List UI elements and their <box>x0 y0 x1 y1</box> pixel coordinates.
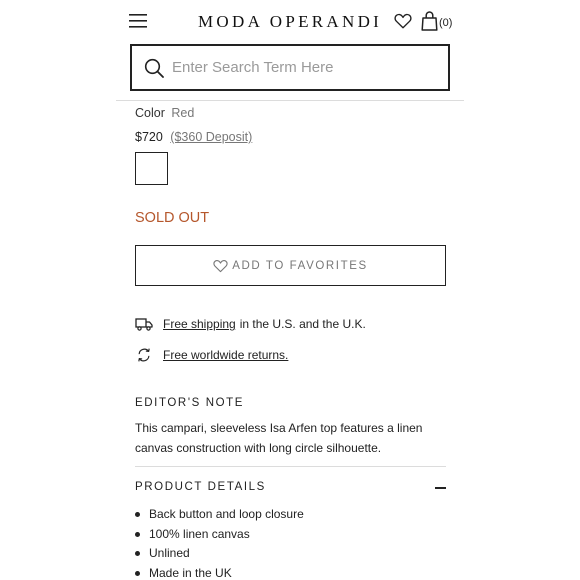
list-item: 100% linen canvas <box>135 525 304 545</box>
shipping-row: Free shipping in the U.S. and the U.K. <box>135 314 366 334</box>
list-item: Made in the UK <box>135 564 304 580</box>
color-label: Color <box>135 106 165 120</box>
shopping-bag-icon <box>421 11 438 31</box>
free-shipping-text: in the U.S. and the U.K. <box>239 317 366 331</box>
product-details-heading: PRODUCT DETAILS <box>135 481 266 493</box>
search-bar[interactable] <box>130 44 450 91</box>
return-arrows-icon <box>138 348 150 362</box>
section-divider <box>135 466 446 467</box>
heart-icon[interactable] <box>394 12 412 30</box>
search-icon[interactable] <box>144 58 164 78</box>
add-to-favorites-label: ADD TO FAVORITES <box>232 259 368 272</box>
add-to-favorites-button[interactable]: ADD TO FAVORITES <box>135 245 446 286</box>
price: $720 <box>135 130 163 144</box>
free-shipping-link[interactable]: Free shipping <box>163 317 236 331</box>
shopping-bag-button[interactable]: (0) <box>421 9 452 31</box>
price-row: $720 ($360 Deposit) <box>135 128 252 146</box>
minus-icon <box>435 487 446 489</box>
truck-icon <box>135 318 153 331</box>
list-item: Unlined <box>135 544 304 564</box>
product-details-list: Back button and loop closure 100% linen … <box>135 505 304 580</box>
free-returns-link[interactable]: Free worldwide returns. <box>163 348 288 362</box>
color-value: Red <box>171 106 195 120</box>
size-swatch[interactable] <box>135 152 168 185</box>
sold-out-label: SOLD OUT <box>135 210 210 226</box>
returns-row: Free worldwide returns. <box>135 345 288 365</box>
list-item: Back button and loop closure <box>135 505 304 525</box>
heart-icon <box>213 259 228 272</box>
color-row: Color Red <box>135 104 194 122</box>
hamburger-menu-icon[interactable] <box>129 12 147 30</box>
search-input[interactable] <box>170 58 444 77</box>
site-header: MODA OPERANDI (0) <box>0 0 580 44</box>
editors-note-body: This campari, sleeveless Isa Arfen top f… <box>135 421 423 455</box>
bag-count: (0) <box>439 17 453 29</box>
header-divider <box>116 100 464 101</box>
site-logo[interactable]: MODA OPERANDI <box>198 10 382 34</box>
product-page: MODA OPERANDI (0) Color Red $720 ($360 D… <box>0 0 580 580</box>
product-details-toggle[interactable]: PRODUCT DETAILS <box>135 478 446 498</box>
deposit-link[interactable]: ($360 Deposit) <box>170 130 252 144</box>
editors-note-heading: EDITOR'S NOTE <box>135 397 245 409</box>
